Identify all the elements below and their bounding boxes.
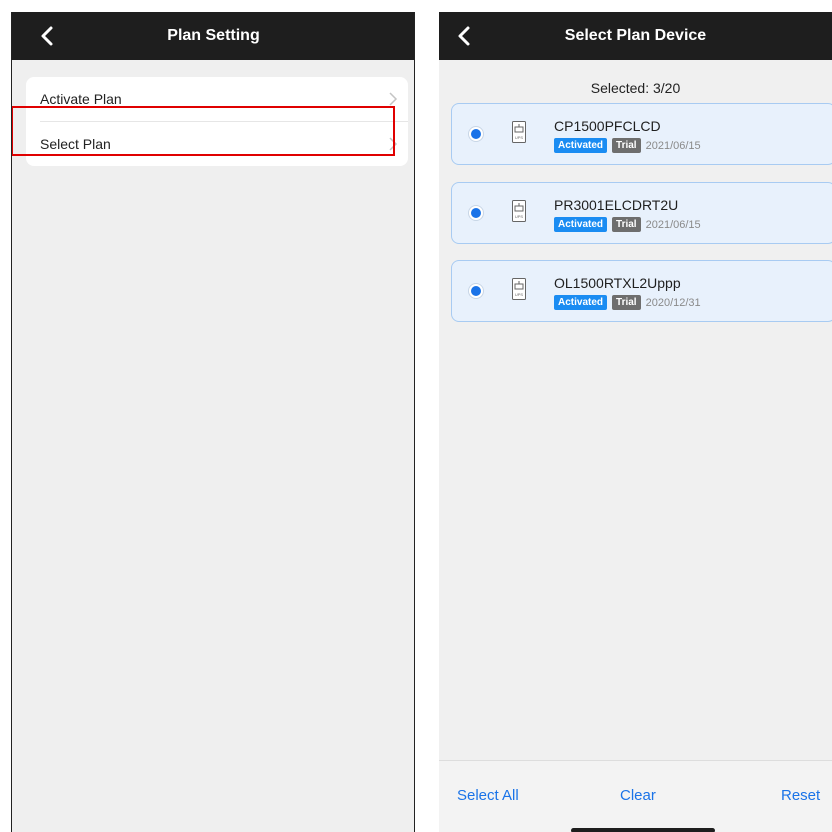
svg-text:UPS: UPS (515, 292, 524, 297)
ups-icon: UPS (512, 278, 526, 300)
clear-button[interactable]: Clear (620, 787, 656, 804)
back-arrow-icon[interactable] (36, 24, 60, 48)
trial-badge: Trial (612, 138, 641, 153)
select-plan-device-screen: Select Plan Device Selected: 3/20 UPS CP… (439, 12, 832, 832)
radio-selected[interactable] (468, 205, 484, 221)
radio-selected[interactable] (468, 126, 484, 142)
device-meta: Activated Trial 2021/06/15 (554, 138, 701, 153)
activated-badge: Activated (554, 295, 608, 310)
select-all-button[interactable]: Select All (457, 787, 519, 804)
device-name: PR3001ELCDRT2U (554, 197, 679, 213)
page-title: Plan Setting (167, 27, 260, 44)
device-meta: Activated Trial 2020/12/31 (554, 295, 701, 310)
svg-text:UPS: UPS (515, 135, 524, 140)
nav-bar: Plan Setting (12, 12, 415, 60)
home-indicator (571, 828, 715, 832)
svg-text:UPS: UPS (515, 214, 524, 219)
device-card[interactable]: UPS OL1500RTXL2Uppp Activated Trial 2020… (451, 260, 832, 322)
trial-badge: Trial (612, 295, 641, 310)
ups-icon: UPS (512, 121, 526, 143)
nav-bar: Select Plan Device (439, 12, 832, 60)
device-name: OL1500RTXL2Uppp (554, 275, 681, 291)
screen-border (11, 12, 12, 832)
screen-border (414, 12, 415, 832)
activated-badge: Activated (554, 217, 608, 232)
device-card[interactable]: UPS PR3001ELCDRT2U Activated Trial 2021/… (451, 182, 832, 244)
reset-button[interactable]: Reset (781, 787, 820, 804)
trial-badge: Trial (612, 217, 641, 232)
back-arrow-icon[interactable] (453, 24, 477, 48)
selected-count: Selected: 3/20 (590, 80, 681, 96)
device-date: 2020/12/31 (645, 296, 701, 309)
activated-badge: Activated (554, 138, 608, 153)
menu-item-label: Activate Plan (40, 91, 122, 107)
bottom-action-bar: Select All Clear Reset (439, 760, 832, 832)
device-name: CP1500PFCLCD (554, 118, 661, 134)
device-date: 2021/06/15 (645, 218, 701, 231)
radio-selected[interactable] (468, 283, 484, 299)
page-title: Select Plan Device (564, 27, 707, 44)
ups-icon: UPS (512, 200, 526, 222)
device-meta: Activated Trial 2021/06/15 (554, 217, 701, 232)
highlight-box (11, 106, 395, 156)
device-card[interactable]: UPS CP1500PFCLCD Activated Trial 2021/06… (451, 103, 832, 165)
device-date: 2021/06/15 (645, 139, 701, 152)
chevron-right-icon (389, 92, 398, 106)
